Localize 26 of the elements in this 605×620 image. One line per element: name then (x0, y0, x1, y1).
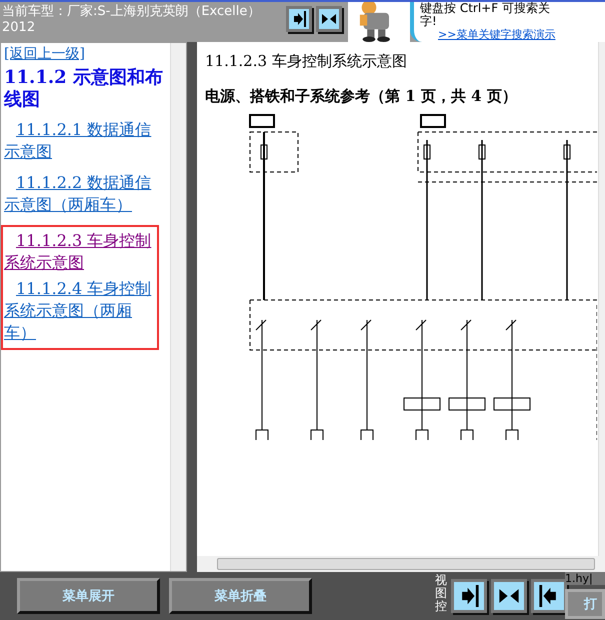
vehicle-model-label: 当前车型：厂家:S-上海别克英朗（Excelle）2012 (1, 3, 262, 36)
nav-link[interactable]: 11.1.2.4 车身控制系统示意图（两厢车） (4, 278, 159, 344)
scrollbar[interactable] (170, 43, 186, 571)
tip-text: 字! (420, 15, 438, 28)
tip-text: 键盘按 Ctrl+F 可搜索关 (420, 2, 551, 15)
menu-button[interactable]: 菜单折叠 (169, 578, 312, 614)
view-toggle-button[interactable] (531, 579, 567, 613)
search-demo-link[interactable]: >>菜单关键字搜索演示 (420, 28, 556, 41)
document-subtitle: 电源、搭铁和子系统参考（第 1 页，共 4 页） (205, 87, 518, 106)
view-toggle-button[interactable] (451, 579, 487, 613)
arrow-icon (321, 11, 337, 27)
section-heading: 11.1.2 示意图和布线图 (4, 67, 164, 111)
view-toggle-button[interactable] (316, 6, 342, 32)
arrow-icon (291, 11, 307, 27)
document-title: 11.1.2.3 车身控制系统示意图 (205, 52, 408, 71)
nav-link[interactable]: 11.1.2.1 数据通信示意图 (4, 119, 159, 163)
view-toggle-button[interactable] (491, 579, 527, 613)
view-control-label: 视图控 (435, 574, 447, 614)
menu-button[interactable]: 菜单展开 (17, 578, 160, 614)
scrollbar[interactable] (197, 556, 605, 572)
view-toggle-button[interactable] (286, 6, 312, 32)
scrollbar[interactable] (598, 42, 605, 556)
nav-link[interactable]: 11.1.2.2 数据通信示意图（两厢车） (4, 172, 159, 216)
nav-link[interactable]: 11.1.2.3 车身控制系统示意图 (4, 230, 159, 274)
back-link[interactable]: [返回上一级] (4, 45, 85, 63)
file-name-text: 1.hy| (565, 572, 605, 585)
